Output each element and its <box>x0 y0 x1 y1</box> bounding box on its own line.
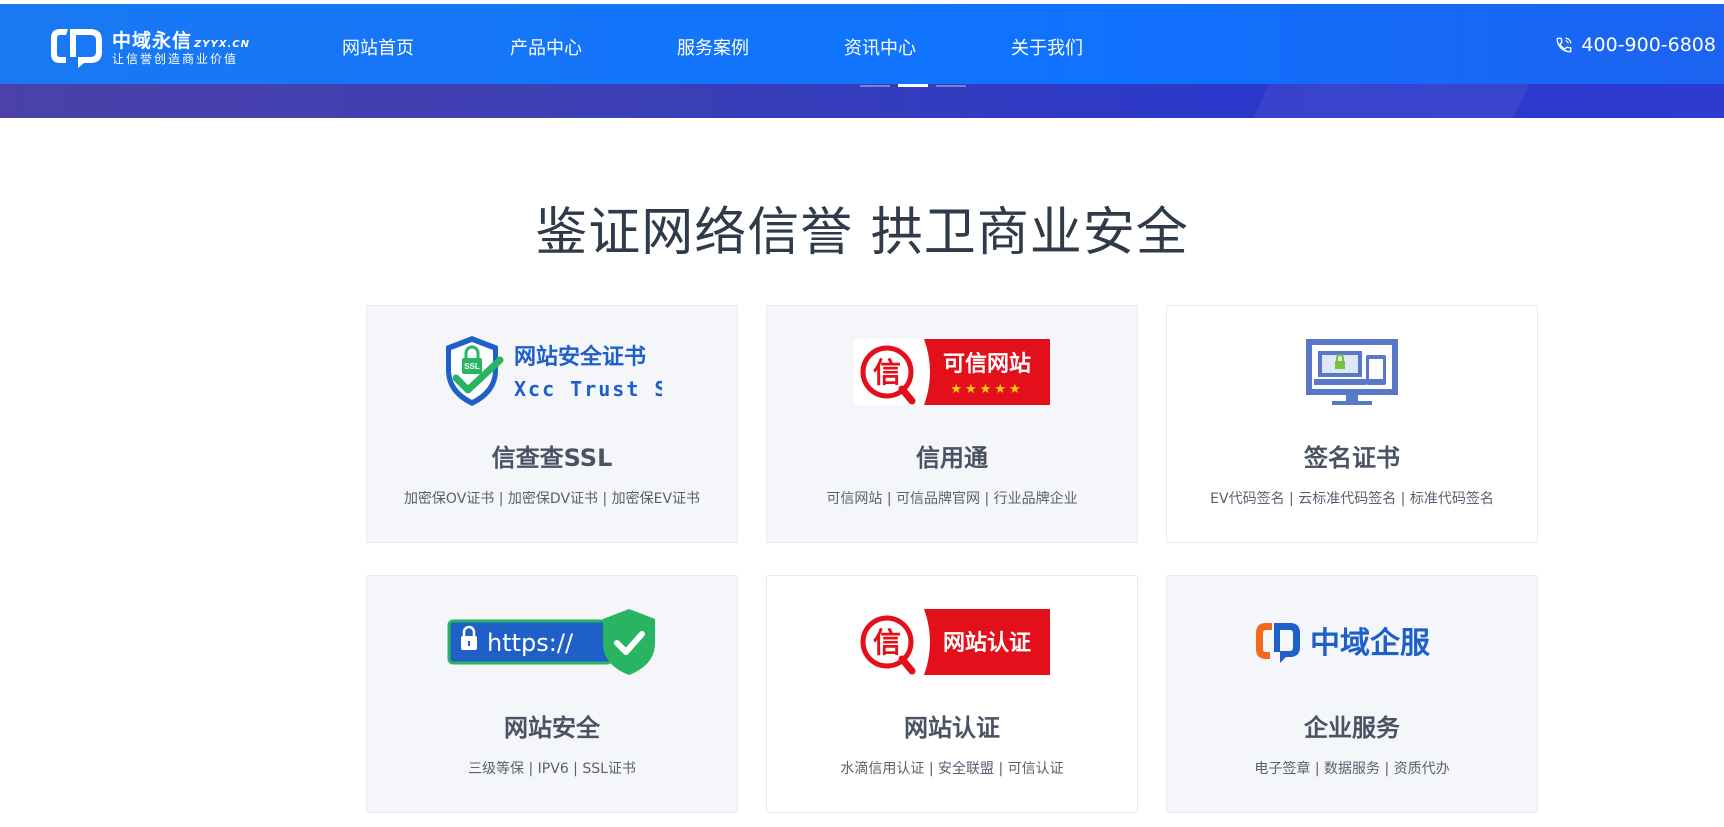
svg-text:信: 信 <box>873 626 901 659</box>
qifu-logo: 中域企服 <box>1167 602 1537 682</box>
site-cert-badge-icon: 信 网站认证 <box>854 609 1050 675</box>
product-card-ssl[interactable]: SSL 网站安全证书 Xcc Trust SSL 信查查SSL 加密保OV证书 … <box>366 305 738 543</box>
hero-banner <box>0 84 1724 118</box>
logo-slogan: 让信誉创造商业价值 <box>112 52 239 66</box>
banner-decoration <box>1246 84 1534 118</box>
nav-products[interactable]: 产品中心 <box>510 34 582 60</box>
card-description: 可信网站 | 可信品牌官网 | 行业品牌企业 <box>826 491 1078 507</box>
svg-text:可信网站: 可信网站 <box>943 351 1031 377</box>
svg-text:中域企服: 中域企服 <box>1310 626 1431 661</box>
card-title: 网站安全 <box>504 714 600 742</box>
card-description: 水滴信用认证 | 安全联盟 | 可信认证 <box>840 761 1064 777</box>
ssl-logo: SSL 网站安全证书 Xcc Trust SSL <box>367 332 737 412</box>
product-card-code-signing[interactable]: 签名证书 EV代码签名 | 云标准代码签名 | 标准代码签名 <box>1166 305 1538 543</box>
svg-text:信: 信 <box>873 356 901 389</box>
card-title: 企业服务 <box>1304 714 1400 742</box>
phone-number: 400-900-6808 <box>1581 34 1716 56</box>
svg-text:★★★★★: ★★★★★ <box>950 382 1023 397</box>
svg-text:SSL: SSL <box>464 362 480 371</box>
phone-icon <box>1556 37 1572 53</box>
logo-domain: ZYYX.CN <box>194 39 250 50</box>
svg-text:Xcc Trust SSL: Xcc Trust SSL <box>514 377 662 401</box>
https-shield-icon: https:// <box>447 609 655 675</box>
trusted-site-badge-icon: 信 可信网站 ★★★★★ <box>854 339 1050 405</box>
card-description: EV代码签名 | 云标准代码签名 | 标准代码签名 <box>1210 491 1494 507</box>
product-card-web-security[interactable]: https:// 网站安全 三级等保 | IPV6 | SSL证书 <box>366 575 738 813</box>
svg-text:网站安全证书: 网站安全证书 <box>514 344 646 370</box>
carousel-dot-3[interactable] <box>936 85 966 87</box>
nav-home[interactable]: 网站首页 <box>342 34 414 60</box>
card-description: 电子签章 | 数据服务 | 资质代办 <box>1254 761 1450 777</box>
secure-devices-icon <box>1306 339 1398 405</box>
trusted-site-logo: 信 可信网站 ★★★★★ <box>767 332 1137 412</box>
card-title: 信查查SSL <box>491 444 613 472</box>
product-card-enterprise-service[interactable]: 中域企服 企业服务 电子签章 | 数据服务 | 资质代办 <box>1166 575 1538 813</box>
nav-cases[interactable]: 服务案例 <box>677 34 749 60</box>
product-card-xinyongtong[interactable]: 信 可信网站 ★★★★★ 信用通 可信网站 | 可信品牌官网 | 行业品牌企业 <box>766 305 1138 543</box>
card-description: 加密保OV证书 | 加密保DV证书 | 加密保EV证书 <box>403 491 701 507</box>
card-title: 信用通 <box>916 444 988 472</box>
card-description: 三级等保 | IPV6 | SSL证书 <box>468 761 636 777</box>
site-cert-logo: 信 网站认证 <box>767 602 1137 682</box>
carousel-dot-2[interactable] <box>898 84 928 87</box>
zhongyu-qifu-logo-icon: 中域企服 <box>1256 623 1431 663</box>
card-title: 签名证书 <box>1304 444 1400 472</box>
phone-contact[interactable]: 400-900-6808 <box>1555 34 1716 56</box>
card-title: 网站认证 <box>904 714 1000 742</box>
svg-text:https://: https:// <box>487 629 574 657</box>
carousel-indicators <box>860 84 970 88</box>
code-signing-logo <box>1167 332 1537 412</box>
nav-news[interactable]: 资讯中心 <box>844 34 916 60</box>
carousel-dot-1[interactable] <box>860 85 890 87</box>
https-logo: https:// <box>367 602 737 682</box>
zhongyu-logo-icon <box>51 29 102 68</box>
site-logo[interactable]: 中域永信 ZYYX.CN 让信誉创造商业价值 <box>48 22 250 72</box>
svg-text:网站认证: 网站认证 <box>943 631 1031 656</box>
top-navigation-bar: 中域永信 ZYYX.CN 让信誉创造商业价值 网站首页 产品中心 服务案例 资讯中… <box>0 0 1724 84</box>
logo-title: 中域永信 ZYYX.CN <box>112 30 250 52</box>
ssl-shield-icon: SSL 网站安全证书 Xcc Trust SSL <box>446 336 662 406</box>
section-headline: 鉴证网络信誉 拱卫商业安全 <box>535 203 1189 263</box>
product-card-site-certification[interactable]: 信 网站认证 网站认证 水滴信用认证 | 安全联盟 | 可信认证 <box>766 575 1138 813</box>
nav-about[interactable]: 关于我们 <box>1011 34 1083 60</box>
